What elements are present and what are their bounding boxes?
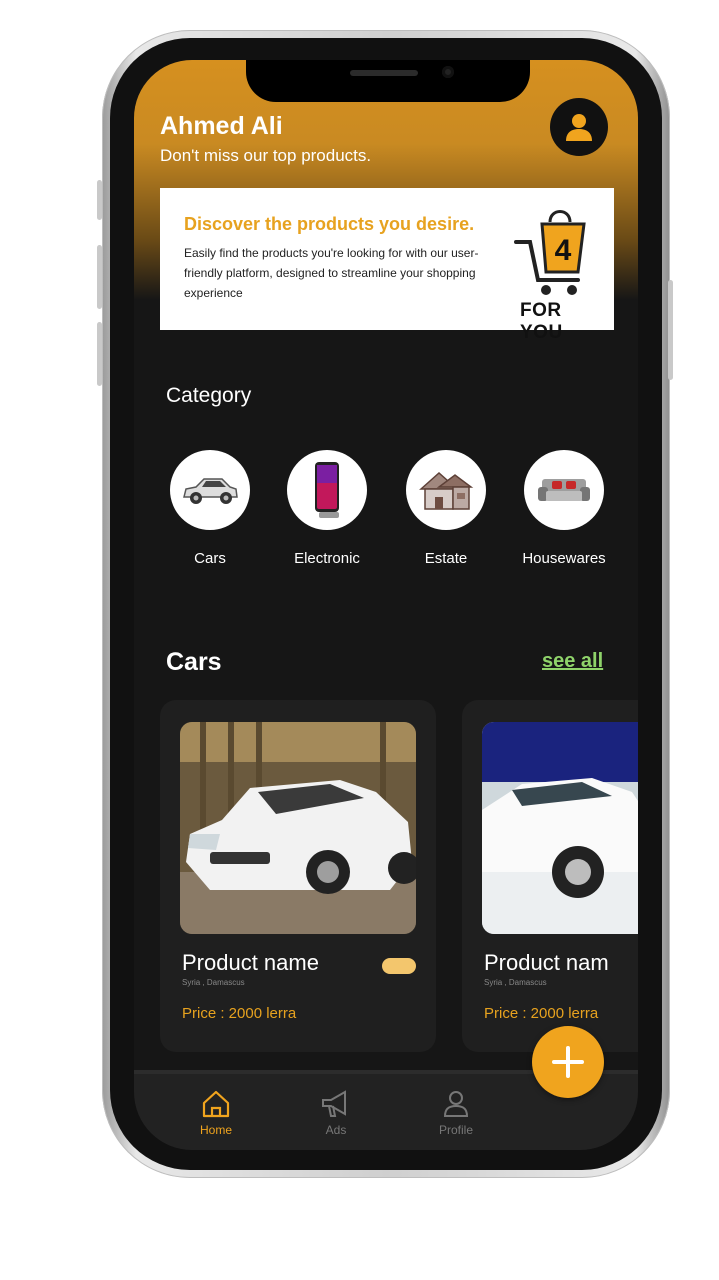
category-item-electronic[interactable]: Electronic	[267, 450, 387, 567]
product-card[interactable]: Product nam Syria , Damascus Price : 200…	[462, 700, 638, 1052]
category-item-cars[interactable]: Cars	[150, 450, 270, 567]
category-circle	[287, 450, 367, 530]
category-circle	[524, 450, 604, 530]
category-label: Housewares	[522, 550, 606, 567]
phone-icon	[315, 462, 339, 518]
see-all-link[interactable]: see all	[542, 650, 603, 673]
category-label: Electronic	[294, 550, 360, 567]
category-item-housewares[interactable]: Housewares	[504, 450, 624, 567]
car-photo	[180, 722, 416, 934]
product-price: Price : 2000 lerra	[182, 1005, 297, 1022]
product-location: Syria , Damascus	[182, 978, 245, 987]
user-icon	[443, 1091, 469, 1117]
nav-label: Ads	[325, 1123, 347, 1137]
product-image	[482, 722, 638, 934]
category-title: Category	[166, 384, 252, 407]
add-product-button[interactable]	[532, 1026, 604, 1098]
promo-banner[interactable]: Discover the products you desire. Easily…	[160, 188, 614, 343]
banner-logo-caption: FOR YOU	[520, 300, 563, 343]
user-icon	[566, 114, 592, 141]
cars-section-title: Cars	[166, 648, 222, 676]
front-camera	[442, 66, 454, 78]
nav-label: Home	[199, 1123, 232, 1137]
shopping-cart-icon: 4	[514, 210, 586, 295]
phone-volume-down-button	[97, 322, 102, 386]
product-price: Price : 2000 lerra	[484, 1005, 599, 1022]
phone-side-button	[97, 180, 102, 220]
phone-volume-up-button	[97, 245, 102, 309]
car-photo	[482, 722, 638, 934]
nav-label: Profile	[438, 1123, 473, 1137]
phone-power-button	[668, 280, 673, 380]
product-name: Product nam	[484, 950, 609, 975]
category-circle	[406, 450, 486, 530]
sofa-icon	[538, 479, 590, 501]
home-icon	[202, 1090, 230, 1118]
category-circle	[170, 450, 250, 530]
product-location: Syria , Damascus	[484, 978, 547, 987]
car-icon	[183, 478, 238, 504]
user-name: Ahmed Ali	[160, 112, 283, 140]
favorite-toggle[interactable]	[382, 958, 416, 974]
product-name: Product name	[182, 950, 319, 975]
banner-logo-digit: 4	[555, 234, 572, 267]
app-screen: Ahmed Ali Don't miss our top products. D…	[134, 60, 638, 1150]
banner-logo: 4 FOR YOU	[512, 200, 600, 343]
category-label: Estate	[424, 550, 468, 567]
product-image	[180, 722, 416, 934]
plus-icon	[552, 1046, 584, 1078]
product-card[interactable]: Product name Syria , Damascus Price : 20…	[160, 700, 436, 1052]
nav-item-ads[interactable]: Ads	[296, 1088, 376, 1137]
house-icon	[419, 471, 474, 510]
speaker-grille	[350, 70, 418, 76]
phone-notch	[246, 60, 530, 102]
category-item-estate[interactable]: Estate	[386, 450, 506, 567]
category-label: Cars	[194, 550, 226, 567]
nav-item-profile[interactable]: Profile	[416, 1088, 496, 1137]
profile-avatar-button[interactable]	[550, 98, 608, 156]
banner-text: Easily find the products you're looking …	[184, 246, 479, 300]
megaphone-icon	[322, 1090, 346, 1117]
header-subtitle: Don't miss our top products.	[160, 146, 372, 165]
nav-item-home[interactable]: Home	[176, 1088, 256, 1137]
banner-title: Discover the products you desire.	[184, 214, 475, 234]
